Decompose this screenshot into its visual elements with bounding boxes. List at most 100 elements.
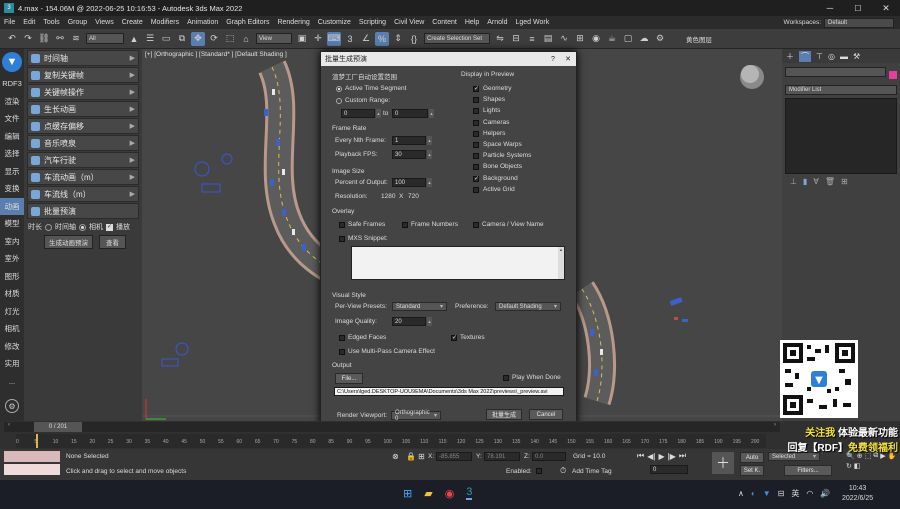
display-item-checkbox[interactable] <box>473 164 479 171</box>
plugin-button[interactable]: 生长动画 ▶ <box>27 101 139 117</box>
edged-faces-checkbox[interactable] <box>339 335 345 341</box>
custom-range-radio[interactable] <box>336 98 342 104</box>
preference-dropdown[interactable]: Default Shading <box>495 302 561 311</box>
absolute-mode-icon[interactable]: ⊞ <box>418 452 425 461</box>
menu-item[interactable]: Animation <box>183 19 222 26</box>
plugin-button[interactable]: 车流线（m） ▶ <box>27 186 139 202</box>
textures-checkbox[interactable]: ✓ <box>451 335 457 341</box>
left-tab[interactable]: 灯光 <box>0 303 24 321</box>
play-when-done-checkbox[interactable] <box>503 375 509 381</box>
display-item-row[interactable]: Lights <box>473 106 573 117</box>
display-item-checkbox[interactable] <box>473 141 479 148</box>
chrome-icon[interactable]: ◉ <box>445 487 455 500</box>
minimize-button[interactable]: ─ <box>816 3 844 13</box>
cancel-button[interactable]: Cancel <box>529 409 563 420</box>
display-item-row[interactable]: Particle Systems <box>473 151 573 162</box>
plugin-button[interactable]: 音乐喷泉 ▶ <box>27 135 139 151</box>
plugin-button[interactable]: 车流动画（m） ▶ <box>27 169 139 185</box>
scale-icon[interactable]: ⬚ <box>223 32 237 46</box>
edit-named-sets-icon[interactable]: {} <box>407 32 421 46</box>
active-time-radio[interactable] <box>336 86 342 92</box>
close-button[interactable]: ✕ <box>872 3 900 14</box>
menu-item[interactable]: Views <box>91 19 118 26</box>
menu-item[interactable]: Modifiers <box>147 19 183 26</box>
left-tab[interactable]: 图形 <box>0 268 24 286</box>
unlink-icon[interactable]: ⚯ <box>53 32 67 46</box>
reference-coord-dropdown[interactable]: View <box>256 33 292 44</box>
display-item-checkbox[interactable] <box>473 97 479 104</box>
prev-frame-icon[interactable]: ◀| <box>647 452 655 461</box>
display-item-row[interactable]: Space Warps <box>473 140 573 151</box>
angle-snap-icon[interactable]: ∠ <box>359 32 373 46</box>
rect-selection-icon[interactable]: ▭ <box>159 32 173 46</box>
make-unique-icon[interactable]: ∀ <box>813 177 818 186</box>
display-item-row[interactable]: ✓ Background <box>473 174 573 185</box>
menu-item[interactable]: Scripting <box>355 19 390 26</box>
material-editor-icon[interactable]: ◉ <box>589 32 603 46</box>
configure-sets-icon[interactable]: ⊞ <box>841 177 848 186</box>
mxs-snippet-textarea[interactable]: ▲ <box>351 246 565 280</box>
display-item-checkbox[interactable]: ✓ <box>473 86 479 92</box>
maxscript-listener-output[interactable] <box>4 464 60 475</box>
curve-editor-icon[interactable]: ∿ <box>557 32 571 46</box>
display-item-checkbox[interactable] <box>473 130 479 137</box>
left-tab[interactable]: 室外 <box>0 250 24 268</box>
view-button[interactable]: 查看 <box>99 235 126 249</box>
enabled-checkbox[interactable] <box>536 468 542 474</box>
maxscript-listener[interactable] <box>4 451 60 462</box>
percent-snap-icon[interactable]: % <box>375 31 389 46</box>
menu-item[interactable]: Civil View <box>390 19 428 26</box>
play-checkbox[interactable]: ✓ <box>106 223 113 231</box>
camera-view-name-checkbox[interactable] <box>473 222 479 228</box>
menu-item[interactable]: File <box>0 19 19 26</box>
show-end-result-icon[interactable]: ▮ <box>803 177 807 186</box>
file-button[interactable]: File... <box>335 373 363 384</box>
left-tab[interactable]: 动画 <box>0 197 24 215</box>
tray-app-icon[interactable]: ◐ <box>751 489 756 498</box>
hierarchy-tab-icon[interactable]: ⊤ <box>816 52 823 61</box>
safe-frames-checkbox[interactable] <box>339 222 345 228</box>
render-viewport-dropdown[interactable]: Orthographic 0 <box>391 410 441 422</box>
link-icon[interactable]: ⛓ <box>37 32 51 46</box>
menu-item[interactable]: Lged Work <box>511 19 553 26</box>
x-coord-field[interactable]: -85.855 <box>436 452 472 461</box>
display-item-checkbox[interactable] <box>473 186 479 193</box>
align-icon[interactable]: ⊟ <box>509 32 523 46</box>
display-item-checkbox[interactable] <box>473 108 479 115</box>
object-color-swatch[interactable] <box>889 71 897 79</box>
rotate-icon[interactable]: ⟳ <box>207 32 221 46</box>
render-production-icon[interactable]: ☁ <box>637 32 651 46</box>
left-tab[interactable]: 变换 <box>0 180 24 198</box>
display-item-checkbox[interactable] <box>473 119 479 126</box>
display-item-row[interactable]: Helpers <box>473 129 573 140</box>
left-tab[interactable]: 室内 <box>0 233 24 251</box>
range-to-field[interactable]: 0 <box>392 109 428 118</box>
left-tab[interactable]: 编辑 <box>0 128 24 146</box>
clock[interactable]: 10:43 2022/6/25 <box>842 484 873 504</box>
tray-rdf-icon[interactable]: ▼ <box>763 489 771 498</box>
left-tab[interactable]: 渲染 <box>0 93 24 111</box>
maximize-viewport-icon[interactable]: ◧ <box>854 462 861 470</box>
select-manipulate-icon[interactable]: ✛ <box>311 32 325 46</box>
undo-icon[interactable]: ↶ <box>5 32 19 46</box>
plugin-button[interactable]: 关键帧操作 ▶ <box>27 84 139 100</box>
menu-item[interactable]: Customize <box>314 19 355 26</box>
left-tab[interactable]: 文件 <box>0 110 24 128</box>
left-tab[interactable]: ... <box>0 373 24 391</box>
range-to-spinner[interactable]: ▲ <box>429 109 434 118</box>
left-tab[interactable]: 修改 <box>0 338 24 356</box>
goto-start-icon[interactable]: ⏮ <box>637 451 644 461</box>
snaps-toggle-icon[interactable]: 3 <box>343 32 357 46</box>
plugin-button[interactable]: 点缓存偏移 ▶ <box>27 118 139 134</box>
place-icon[interactable]: ⌂ <box>239 32 253 46</box>
orbit-icon[interactable]: ↻ <box>846 462 852 470</box>
move-icon[interactable]: ✥ <box>191 31 205 46</box>
keyboard-shortcut-override-icon[interactable]: ⌨ <box>327 31 341 46</box>
per-view-presets-dropdown[interactable]: Standard <box>392 302 447 311</box>
toggle-ribbon-icon[interactable]: ▤ <box>541 32 555 46</box>
playback-fps-spinner[interactable]: ▲ <box>427 150 432 159</box>
output-path-field[interactable]: C:\Users\lged.DESKTOP-UOU9EMA\Documents\… <box>334 387 564 396</box>
generate-preview-button[interactable]: 生成动画预演 <box>44 235 93 249</box>
left-tab[interactable]: 材质 <box>0 285 24 303</box>
rendered-frame-window-icon[interactable]: ▢ <box>621 32 635 46</box>
